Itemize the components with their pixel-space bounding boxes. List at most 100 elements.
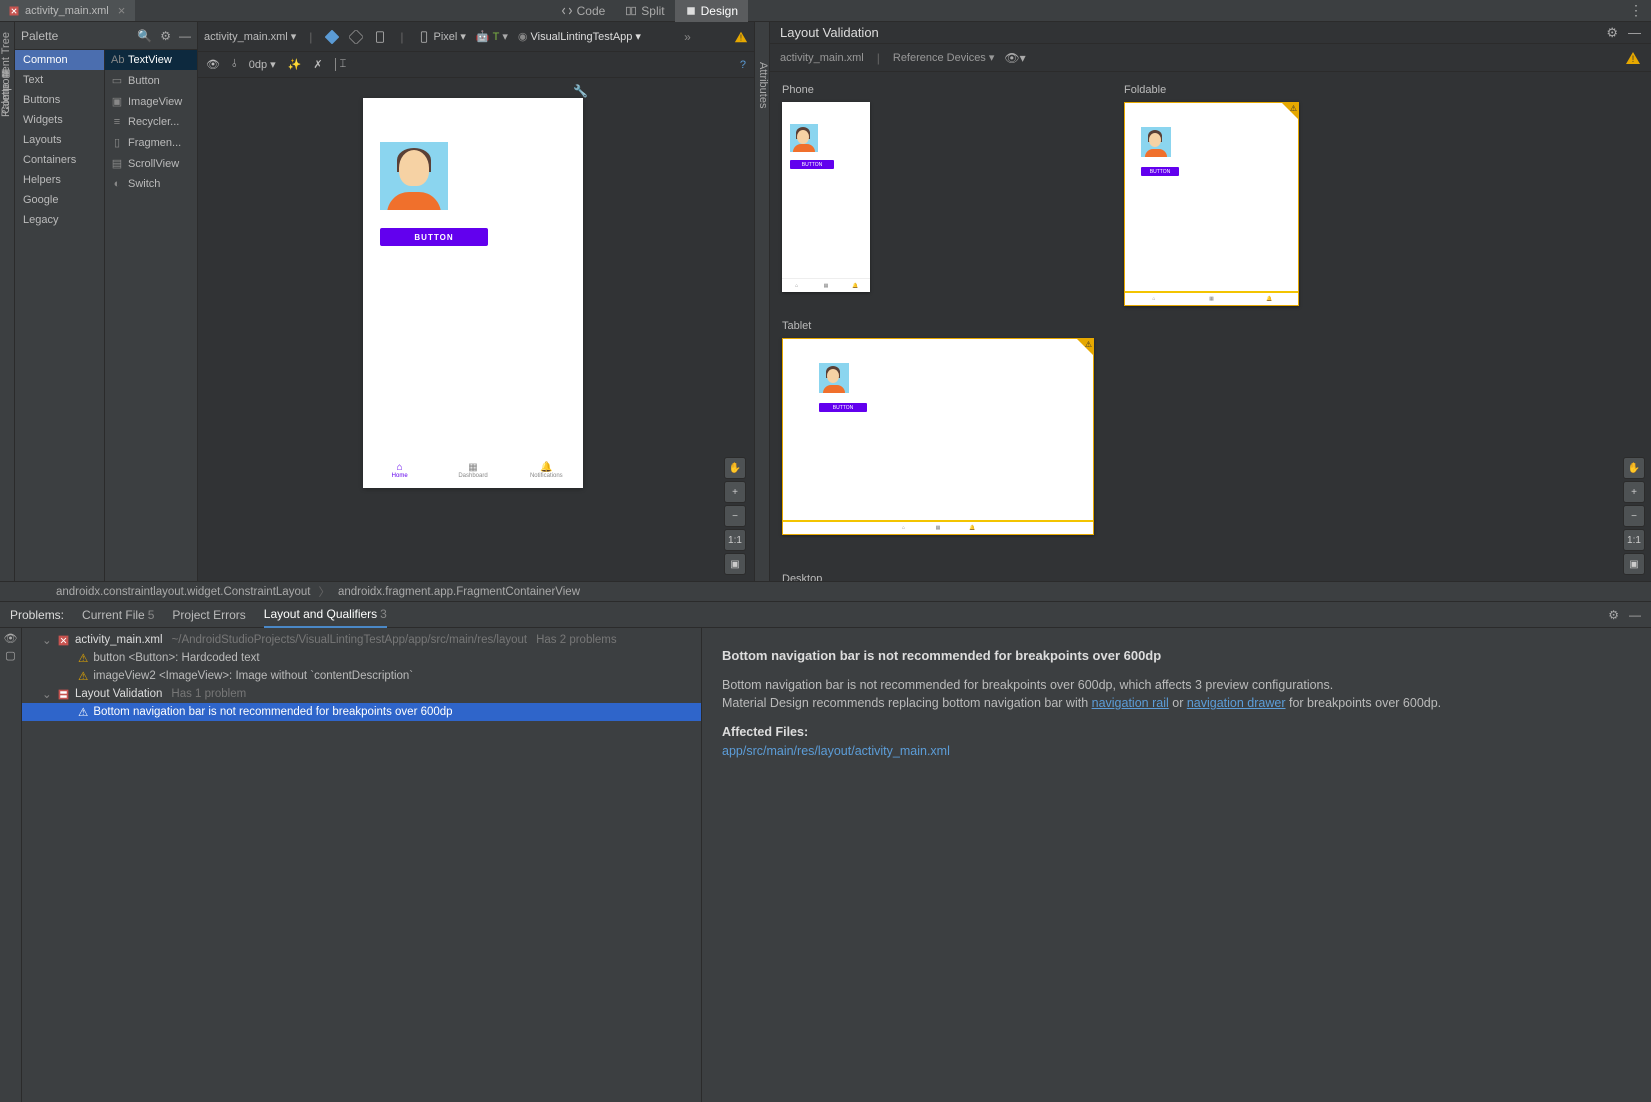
wand-icon[interactable]: ✨	[288, 58, 302, 71]
preview-button[interactable]: BUTTON	[380, 228, 488, 246]
foldable-preview-label: Foldable	[1124, 84, 1299, 96]
view-mode-design[interactable]: Design	[675, 0, 748, 22]
zoom-fit-button[interactable]: ▣	[724, 553, 746, 575]
device-selector[interactable]: Pixel▾	[417, 30, 466, 44]
palette-cat-legacy[interactable]: Legacy	[15, 210, 104, 230]
palette-item-fragment[interactable]: ▯Fragmen...	[105, 132, 197, 153]
palette-cat-google[interactable]: Google	[15, 190, 104, 210]
validation-canvas[interactable]: Phone BUTTON ⌂▦🔔 Tablet BUTTON ⌂▦🔔	[770, 72, 1651, 581]
design-surface-icon[interactable]	[325, 30, 339, 44]
phone-preview[interactable]: BUTTON ⌂Home ▦Dashboard 🔔Notifications	[363, 98, 583, 488]
pan-button[interactable]: ✋	[724, 457, 746, 479]
gear-icon[interactable]: ⚙	[1606, 25, 1618, 41]
tablet-validation-preview[interactable]: BUTTON ⌂▦🔔	[782, 338, 1094, 535]
view-mode-split[interactable]: Split	[615, 0, 674, 22]
palette-item-scrollview[interactable]: ▤ScrollView	[105, 153, 197, 174]
left-tool-strip: ▦ Palette Component Tree	[0, 22, 15, 581]
palette-cat-widgets[interactable]: Widgets	[15, 110, 104, 130]
file-selector[interactable]: activity_main.xml▾	[204, 30, 296, 43]
nav-notifications[interactable]: 🔔Notifications	[510, 452, 583, 488]
attributes-sidebar-label[interactable]: Attributes	[757, 62, 769, 108]
pan-button[interactable]: ✋	[1623, 457, 1645, 479]
hide-icon[interactable]: —	[1629, 608, 1641, 622]
gear-icon[interactable]: ⚙	[1608, 608, 1619, 622]
component-tree-sidebar-label[interactable]: Component Tree	[0, 32, 12, 114]
hide-icon[interactable]: —	[1628, 25, 1641, 40]
wrench-icon[interactable]: 🔧	[573, 84, 588, 98]
palette-item-switch[interactable]: ◐Switch	[105, 174, 197, 194]
zoom-in-button[interactable]: +	[1623, 481, 1645, 503]
theme-selector[interactable]: 🤖T▾	[476, 30, 508, 43]
palette-cat-containers[interactable]: Containers	[15, 150, 104, 170]
gear-icon[interactable]: ⚙	[160, 29, 171, 43]
palette-item-button[interactable]: ▭Button	[105, 70, 197, 91]
view-mode-code[interactable]: Code	[551, 0, 616, 22]
breadcrumb-constraintlayout[interactable]: androidx.constraintlayout.widget.Constra…	[56, 586, 310, 598]
link-navigation-rail[interactable]: navigation rail	[1092, 696, 1169, 710]
eye-icon[interactable]: 👁▾	[1004, 51, 1025, 65]
zoom-out-button[interactable]: −	[1623, 505, 1645, 527]
zoom-one-button[interactable]: 1:1	[1623, 529, 1645, 551]
tab-layout-qualifiers[interactable]: Layout and Qualifiers3	[264, 602, 387, 628]
palette-item-textview[interactable]: AbTextView	[105, 50, 197, 70]
zoom-one-button[interactable]: 1:1	[724, 529, 746, 551]
phone-validation-preview[interactable]: BUTTON ⌂▦🔔	[782, 102, 870, 292]
problems-file-layout-validation[interactable]: ⌄ Layout Validation Has 1 problem	[22, 685, 701, 703]
bottom-nav[interactable]: ⌂Home ▦Dashboard 🔔Notifications	[363, 452, 583, 488]
link-navigation-drawer[interactable]: navigation drawer	[1187, 696, 1286, 710]
chevron-down-icon[interactable]: ⌄	[42, 687, 52, 701]
problem-detail-body: Bottom navigation bar is not recommended…	[722, 676, 1631, 714]
breadcrumb-fragmentcontainer[interactable]: androidx.fragment.app.FragmentContainerV…	[338, 586, 580, 598]
tab-current-file[interactable]: Current File5	[82, 603, 154, 627]
xml-file-icon	[57, 634, 70, 647]
palette-cat-buttons[interactable]: Buttons	[15, 90, 104, 110]
more-menu-icon[interactable]: ⋮	[1621, 2, 1651, 19]
problem-content-description[interactable]: ⚠imageView2 <ImageView>: Image without `…	[22, 667, 701, 685]
eye-icon[interactable]: 👁	[4, 632, 18, 645]
nav-dashboard[interactable]: ▦Dashboard	[436, 452, 509, 488]
magnet-icon[interactable]: ⫰	[232, 58, 237, 71]
zoom-out-button[interactable]: −	[724, 505, 746, 527]
problem-bottom-nav-breakpoint[interactable]: ⚠Bottom navigation bar is not recommende…	[22, 703, 701, 721]
palette-item-imageview[interactable]: ▣ImageView	[105, 91, 197, 112]
xml-file-icon	[8, 5, 20, 17]
palette-cat-helpers[interactable]: Helpers	[15, 170, 104, 190]
palette-cat-layouts[interactable]: Layouts	[15, 130, 104, 150]
reference-devices-dropdown[interactable]: Reference Devices▾	[893, 51, 994, 64]
hide-icon[interactable]: —	[179, 29, 191, 43]
problems-file-activity-main[interactable]: ⌄ activity_main.xml ~/AndroidStudioProje…	[22, 631, 701, 649]
avatar-image[interactable]	[380, 142, 448, 210]
eye-icon[interactable]: 👁	[206, 58, 220, 71]
warning-icon[interactable]: !	[734, 30, 748, 44]
palette-cat-common[interactable]: Common	[15, 50, 104, 70]
help-icon[interactable]: ?	[740, 59, 746, 71]
problems-tree: ⌄ activity_main.xml ~/AndroidStudioProje…	[22, 628, 702, 1102]
zoom-fit-button[interactable]: ▣	[1623, 553, 1645, 575]
close-icon[interactable]: ×	[118, 3, 126, 18]
guideline-icon[interactable]: ⌶	[335, 58, 347, 71]
foldable-validation-preview[interactable]: BUTTON ⌂▦🔔	[1124, 102, 1299, 306]
file-tab-activity-main[interactable]: activity_main.xml ×	[0, 0, 135, 21]
affected-file-link[interactable]: app/src/main/res/layout/activity_main.xm…	[722, 742, 1631, 761]
chevron-down-icon[interactable]: ⌄	[42, 633, 52, 647]
app-selector[interactable]: ◉VisualLintingTestApp▾	[518, 30, 641, 43]
clear-icon[interactable]: ✗	[313, 58, 322, 71]
warning-icon[interactable]: !	[1625, 50, 1641, 66]
warning-badge-icon	[1282, 103, 1298, 119]
zoom-in-button[interactable]: +	[724, 481, 746, 503]
dashboard-icon: ▦	[921, 522, 955, 534]
search-icon[interactable]: 🔍	[137, 29, 152, 43]
palette-cat-text[interactable]: Text	[15, 70, 104, 90]
dp-selector[interactable]: 0dp ▾	[249, 58, 276, 71]
phone-icon	[417, 30, 431, 44]
nav-home[interactable]: ⌂Home	[363, 452, 436, 488]
palette-item-recyclerview[interactable]: ≡Recycler...	[105, 112, 197, 132]
orientation-icon[interactable]	[373, 30, 387, 44]
overflow-icon[interactable]: »	[684, 30, 691, 44]
problems-gutter: 👁 ▢	[0, 628, 22, 1102]
problem-hardcoded-text[interactable]: ⚠button <Button>: Hardcoded text	[22, 649, 701, 667]
tab-project-errors[interactable]: Project Errors	[172, 603, 245, 627]
design-canvas[interactable]: 🔧 BUTTON ⌂Home ▦Dashboard 🔔Notifications	[198, 78, 754, 581]
blueprint-icon[interactable]	[349, 30, 363, 44]
collapse-icon[interactable]: ▢	[5, 649, 15, 662]
